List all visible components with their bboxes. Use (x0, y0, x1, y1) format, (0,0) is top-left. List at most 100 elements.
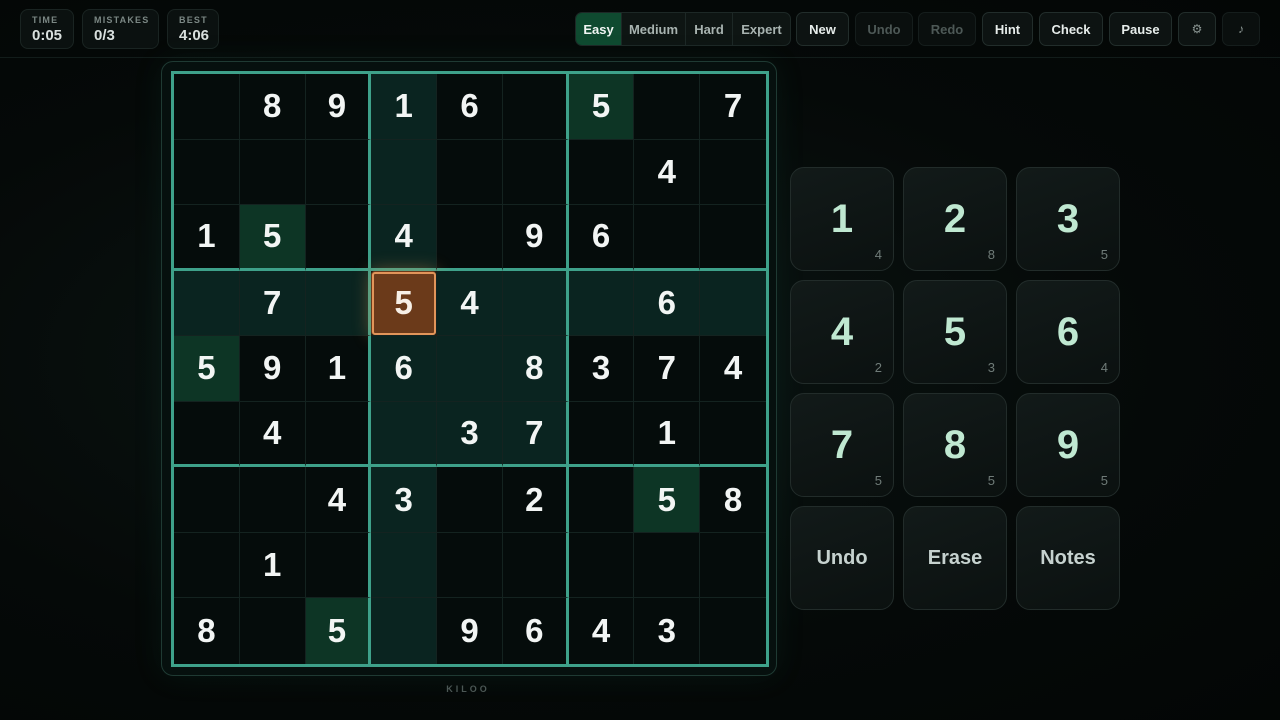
keypad-number-5[interactable]: 53 (903, 280, 1007, 384)
cell-r6-c7[interactable] (568, 401, 635, 468)
cell-r9-c4[interactable] (371, 598, 438, 664)
cell-r2-c9[interactable] (700, 140, 766, 206)
cell-r4-c8[interactable]: 6 (634, 270, 701, 337)
cell-r8-c3[interactable] (305, 532, 372, 599)
cell-r2-c3[interactable] (305, 139, 372, 206)
cell-r6-c5[interactable]: 3 (437, 401, 503, 468)
cell-r7-c7[interactable] (568, 467, 635, 533)
cell-r3-c1[interactable]: 1 (174, 205, 240, 271)
cell-r5-c8[interactable]: 7 (634, 336, 701, 402)
cell-r4-c1[interactable] (174, 270, 240, 337)
cell-r1-c6[interactable] (502, 74, 569, 140)
notes-button[interactable]: Notes (1016, 506, 1120, 610)
keypad-number-1[interactable]: 14 (790, 167, 894, 271)
cell-r6-c4[interactable] (371, 401, 438, 468)
cell-r5-c9[interactable]: 4 (700, 336, 766, 402)
keypad-number-4[interactable]: 42 (790, 280, 894, 384)
keypad-number-9[interactable]: 95 (1016, 393, 1120, 497)
cell-r6-c8[interactable]: 1 (634, 401, 701, 468)
hint-button[interactable]: Hint (982, 12, 1033, 46)
difficulty-expert[interactable]: Expert (733, 13, 790, 45)
keypad-number-2[interactable]: 28 (903, 167, 1007, 271)
cell-r7-c1[interactable] (174, 467, 240, 533)
cell-r7-c6[interactable]: 2 (502, 467, 569, 533)
cell-r4-c6[interactable] (502, 270, 569, 337)
keypad-number-6[interactable]: 64 (1016, 280, 1120, 384)
cell-r7-c2[interactable] (239, 467, 306, 533)
new-game-button[interactable]: New (796, 12, 849, 46)
cell-r6-c1[interactable] (174, 401, 240, 468)
cell-r5-c2[interactable]: 9 (239, 336, 306, 402)
cell-r3-c2[interactable]: 5 (239, 205, 306, 271)
cell-r1-c4[interactable]: 1 (371, 74, 438, 140)
cell-r1-c3[interactable]: 9 (305, 74, 372, 140)
erase-button[interactable]: Erase (903, 506, 1007, 610)
cell-r5-c7[interactable]: 3 (568, 336, 635, 402)
cell-r2-c7[interactable] (568, 139, 635, 206)
cell-r3-c5[interactable] (437, 205, 503, 271)
cell-r2-c4[interactable] (371, 139, 438, 206)
cell-r3-c8[interactable] (634, 205, 701, 271)
cell-r7-c9[interactable]: 8 (700, 467, 766, 533)
cell-r8-c5[interactable] (437, 532, 503, 599)
cell-r2-c6[interactable] (502, 139, 569, 206)
cell-r5-c6[interactable]: 8 (502, 336, 569, 402)
difficulty-medium[interactable]: Medium (622, 13, 686, 45)
cell-r5-c5[interactable] (437, 336, 503, 402)
cell-r6-c2[interactable]: 4 (239, 401, 306, 468)
cell-r1-c7[interactable]: 5 (568, 74, 635, 140)
difficulty-easy[interactable]: Easy (576, 13, 622, 45)
cell-r3-c4[interactable]: 4 (371, 205, 438, 271)
cell-r4-c3[interactable] (305, 270, 372, 337)
sound-button[interactable]: ♪ (1222, 12, 1260, 46)
cell-r2-c8[interactable]: 4 (634, 139, 701, 206)
check-button[interactable]: Check (1039, 12, 1103, 46)
settings-button[interactable]: ⚙ (1178, 12, 1216, 46)
cell-r6-c3[interactable] (305, 401, 372, 468)
cell-r8-c9[interactable] (700, 533, 766, 599)
cell-r9-c6[interactable]: 6 (503, 598, 569, 664)
cell-r3-c9[interactable] (700, 205, 766, 271)
cell-r2-c1[interactable] (174, 139, 240, 206)
cell-r1-c5[interactable]: 6 (437, 74, 503, 140)
redo-top-button[interactable]: Redo (918, 12, 976, 46)
undo-top-button[interactable]: Undo (855, 12, 913, 46)
undo-button[interactable]: Undo (790, 506, 894, 610)
cell-r9-c5[interactable]: 9 (437, 598, 503, 664)
cell-r8-c8[interactable] (634, 532, 701, 599)
cell-r6-c9[interactable] (700, 402, 766, 468)
cell-r7-c4[interactable]: 3 (371, 467, 438, 533)
cell-r8-c4[interactable] (371, 532, 438, 599)
cell-r8-c6[interactable] (502, 532, 569, 599)
keypad-number-7[interactable]: 75 (790, 393, 894, 497)
cell-r9-c8[interactable]: 3 (634, 598, 701, 664)
difficulty-hard[interactable]: Hard (686, 13, 733, 45)
cell-r9-c3[interactable]: 5 (305, 598, 372, 664)
cell-r4-c9[interactable] (700, 270, 766, 337)
cell-r3-c7[interactable]: 6 (568, 205, 635, 271)
cell-r3-c3[interactable] (305, 205, 372, 271)
cell-r1-c9[interactable]: 7 (700, 74, 766, 140)
cell-r1-c1[interactable] (174, 74, 240, 140)
cell-r9-c9[interactable] (700, 598, 766, 664)
cell-r4-c4[interactable]: 5 (371, 270, 438, 337)
cell-r3-c6[interactable]: 9 (502, 205, 569, 271)
cell-r9-c2[interactable] (240, 598, 306, 664)
cell-r9-c1[interactable]: 8 (174, 598, 240, 664)
cell-r4-c5[interactable]: 4 (437, 270, 503, 337)
keypad-number-3[interactable]: 35 (1016, 167, 1120, 271)
cell-r5-c1[interactable]: 5 (174, 336, 240, 402)
cell-r1-c8[interactable] (634, 74, 701, 140)
keypad-number-8[interactable]: 85 (903, 393, 1007, 497)
cell-r2-c2[interactable] (239, 139, 306, 206)
cell-r4-c7[interactable] (568, 270, 635, 337)
pause-button[interactable]: Pause (1109, 12, 1172, 46)
cell-r8-c7[interactable] (568, 532, 635, 599)
cell-r7-c8[interactable]: 5 (634, 467, 701, 533)
cell-r5-c4[interactable]: 6 (371, 336, 438, 402)
cell-r8-c1[interactable] (174, 532, 240, 599)
cell-r4-c2[interactable]: 7 (239, 270, 306, 337)
cell-r6-c6[interactable]: 7 (502, 401, 569, 468)
cell-r1-c2[interactable]: 8 (239, 74, 306, 140)
cell-r7-c3[interactable]: 4 (305, 467, 372, 533)
